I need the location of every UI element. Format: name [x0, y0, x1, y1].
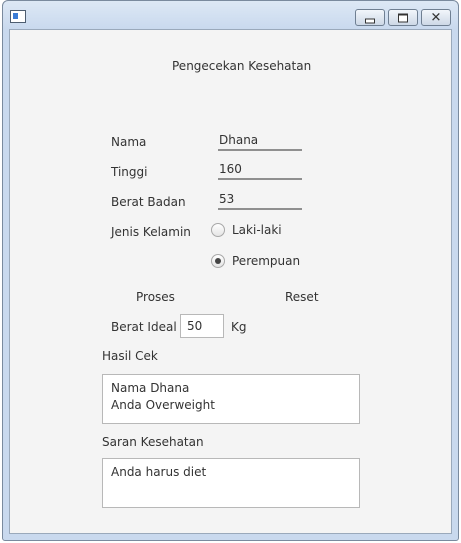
nama-label: Nama: [111, 135, 147, 149]
berat-ideal-label: Berat Ideal: [111, 320, 177, 334]
tinggi-field[interactable]: 160: [218, 162, 302, 180]
maximize-icon: [398, 13, 408, 22]
hasil-line: Nama Dhana: [111, 381, 190, 395]
proses-button[interactable]: Proses: [136, 290, 175, 304]
hasil-cek-textarea[interactable]: Nama Dhana Anda Overweight: [102, 374, 360, 424]
page-title: Pengecekan Kesehatan: [172, 59, 312, 73]
berat-badan-label: Berat Badan: [111, 195, 186, 209]
radio-perempuan[interactable]: Perempuan: [211, 254, 300, 268]
minimize-icon: [365, 18, 375, 23]
nama-field[interactable]: Dhana: [218, 133, 302, 151]
berat-ideal-field[interactable]: 50: [180, 314, 224, 338]
minimize-button[interactable]: [355, 9, 385, 26]
saran-line: Anda harus diet: [111, 465, 207, 479]
close-icon: ✕: [430, 10, 442, 25]
radio-checked-icon[interactable]: [211, 254, 225, 268]
saran-kesehatan-label: Saran Kesehatan: [102, 435, 204, 449]
reset-button[interactable]: Reset: [285, 290, 319, 304]
maximize-button[interactable]: [388, 9, 418, 26]
close-button[interactable]: ✕: [421, 9, 451, 26]
hasil-cek-label: Hasil Cek: [102, 349, 158, 363]
tinggi-label: Tinggi: [111, 165, 148, 179]
berat-ideal-unit: Kg: [231, 320, 247, 334]
app-window: ✕ Pengecekan Kesehatan Nama Dhana Tinggi…: [2, 0, 459, 541]
radio-laki-laki-label: Laki-laki: [232, 223, 282, 237]
hasil-line: Anda Overweight: [111, 398, 215, 412]
radio-perempuan-label: Perempuan: [232, 254, 301, 268]
radio-unchecked-icon[interactable]: [211, 223, 225, 237]
berat-badan-field[interactable]: 53: [218, 192, 302, 210]
form-panel: Pengecekan Kesehatan Nama Dhana Tinggi 1…: [9, 29, 452, 534]
radio-laki-laki[interactable]: Laki-laki: [211, 223, 282, 237]
jenis-kelamin-label: Jenis Kelamin: [111, 225, 191, 239]
saran-kesehatan-textarea[interactable]: Anda harus diet: [102, 458, 360, 508]
app-icon[interactable]: [10, 10, 26, 23]
